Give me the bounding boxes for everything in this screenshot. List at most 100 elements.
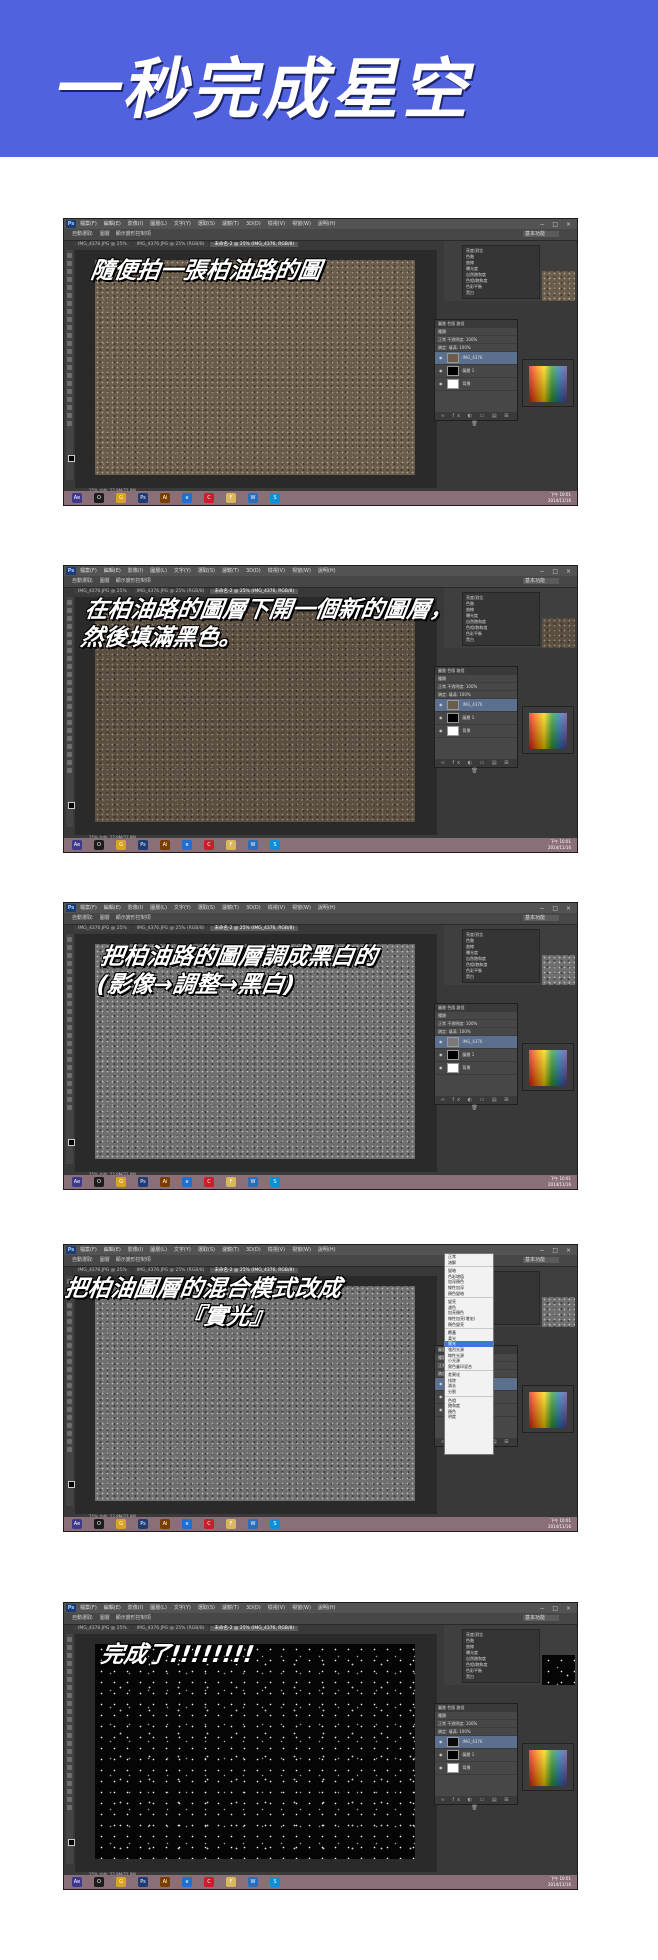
blend-mode-option[interactable]: 分割 (445, 1389, 493, 1395)
swatch-grid[interactable] (529, 366, 567, 402)
taskbar-app-icon[interactable]: W (248, 840, 258, 850)
visibility-eye-icon[interactable]: ◉ (439, 1765, 443, 1770)
taskbar-app-icon[interactable]: Ps (138, 493, 148, 503)
tool-icon[interactable] (67, 945, 72, 950)
ps-option[interactable]: 自動選取: (72, 578, 94, 584)
taskbar-app-icon[interactable]: C (204, 1177, 214, 1187)
taskbar-app-icon[interactable]: F (226, 840, 236, 850)
tool-icon[interactable] (67, 1367, 72, 1372)
ps-menu-item[interactable]: 影像(I) (128, 568, 143, 574)
workspace-select[interactable]: 基本功能 (523, 578, 559, 584)
layer-row[interactable]: ◉ 背景 (435, 378, 517, 391)
ps-menu-item[interactable]: 濾鏡(T) (222, 1605, 239, 1611)
tool-icon[interactable] (67, 1733, 72, 1738)
tool-icon[interactable] (67, 301, 72, 306)
taskbar-app-icon[interactable]: O (94, 493, 104, 503)
tool-icon[interactable] (67, 1057, 72, 1062)
ps-menu-item[interactable]: 視窗(W) (292, 1247, 311, 1253)
tool-icon[interactable] (67, 1343, 72, 1348)
ps-menu-item[interactable]: 影像(I) (128, 1247, 143, 1253)
tool-icon[interactable] (67, 1797, 72, 1802)
tool-icon[interactable] (67, 696, 72, 701)
tool-icon[interactable] (67, 1097, 72, 1102)
adjustment-item[interactable]: 黑白 (466, 1674, 536, 1680)
foreground-color-swatch[interactable] (68, 1139, 75, 1146)
ps-menu-item[interactable]: 3D(D) (246, 905, 261, 911)
visibility-eye-icon[interactable]: ◉ (439, 1752, 443, 1757)
tool-icon[interactable] (67, 1391, 72, 1396)
taskbar-app-icon[interactable]: Ps (138, 1519, 148, 1529)
ps-menu-item[interactable]: 圖層(L) (150, 221, 167, 227)
ps-menu-item[interactable]: 說明(H) (318, 1605, 336, 1611)
layer-row[interactable]: ◉ 圖層 1 (435, 712, 517, 725)
tool-icon[interactable] (67, 688, 72, 693)
layers-panel-tabs[interactable]: 圖層 色版 路徑 (435, 320, 517, 328)
tool-icon[interactable] (67, 349, 72, 354)
taskbar-app-icon[interactable]: Ae (72, 493, 82, 503)
ps-menu-item[interactable]: 3D(D) (246, 1605, 261, 1611)
ps-menu-item[interactable]: 圖層(L) (150, 905, 167, 911)
workspace-select[interactable]: 基本功能 (523, 231, 559, 237)
taskbar-app-icon[interactable]: F (226, 1177, 236, 1187)
tool-icon[interactable] (67, 1685, 72, 1690)
taskbar-app-icon[interactable]: F (226, 1519, 236, 1529)
tool-icon[interactable] (67, 421, 72, 426)
layers-option-row[interactable]: 正常 不透明度: 100% (435, 683, 517, 691)
ps-menu-item[interactable]: 視窗(W) (292, 905, 311, 911)
tool-icon[interactable] (67, 720, 72, 725)
tool-icon[interactable] (67, 1439, 72, 1444)
layer-row[interactable]: ◉ 圖層 1 (435, 1749, 517, 1762)
tool-icon[interactable] (67, 640, 72, 645)
document-tab[interactable]: IMG_4376.JPG @ 25% (74, 589, 131, 594)
visibility-eye-icon[interactable]: ◉ (439, 1739, 443, 1744)
visibility-eye-icon[interactable]: ◉ (439, 1407, 443, 1412)
taskbar-app-icon[interactable]: Ps (138, 840, 148, 850)
ps-option[interactable]: 圖層 (100, 578, 110, 584)
visibility-eye-icon[interactable]: ◉ (439, 1394, 443, 1399)
tool-icon[interactable] (67, 953, 72, 958)
ps-option[interactable]: 圖層 (100, 231, 110, 237)
foreground-color-swatch[interactable] (68, 1481, 75, 1488)
tool-icon[interactable] (67, 389, 72, 394)
layers-option-row[interactable]: 鎖定: 填滿: 100% (435, 691, 517, 699)
taskbar-app-icon[interactable]: Ai (160, 1519, 170, 1529)
tool-icon[interactable] (67, 1781, 72, 1786)
taskbar-app-icon[interactable]: C (204, 1519, 214, 1529)
ps-menu-item[interactable]: 濾鏡(T) (222, 221, 239, 227)
layers-panel-tabs[interactable]: 圖層 色版 路徑 (435, 1704, 517, 1712)
swatch-grid[interactable] (529, 713, 567, 749)
ps-menu-item[interactable]: 檢視(V) (268, 905, 285, 911)
visibility-eye-icon[interactable]: ◉ (439, 702, 443, 707)
taskbar-app-icon[interactable]: S (270, 840, 280, 850)
adjustment-item[interactable]: 黑白 (466, 974, 536, 980)
tool-icon[interactable] (67, 1399, 72, 1404)
tool-icon[interactable] (67, 1335, 72, 1340)
taskbar-app-icon[interactable]: Ps (138, 1877, 148, 1887)
ps-menu-item[interactable]: 檢視(V) (268, 1247, 285, 1253)
document-tab[interactable]: IMG_4376.JPG @ 25% (74, 242, 131, 247)
ps-menu-item[interactable]: 視窗(W) (292, 568, 311, 574)
tool-icon[interactable] (67, 608, 72, 613)
taskbar-app-icon[interactable]: O (94, 1177, 104, 1187)
tool-icon[interactable] (67, 937, 72, 942)
tool-icon[interactable] (67, 1693, 72, 1698)
tool-icon[interactable] (67, 1447, 72, 1452)
tool-icon[interactable] (67, 365, 72, 370)
tool-icon[interactable] (67, 985, 72, 990)
tool-icon[interactable] (67, 616, 72, 621)
ps-menu-item[interactable]: 視窗(W) (292, 1605, 311, 1611)
layers-panel-tabs[interactable]: 圖層 色版 路徑 (435, 667, 517, 675)
document-tab[interactable]: IMG_4376.JPG @ 25% (RGB/8) (132, 242, 209, 247)
workspace-select[interactable]: 基本功能 (523, 1257, 559, 1263)
ps-menu-item[interactable]: 影像(I) (128, 905, 143, 911)
tool-icon[interactable] (67, 1033, 72, 1038)
taskbar-app-icon[interactable]: e (182, 1519, 192, 1529)
ps-menu-item[interactable]: 濾鏡(T) (222, 1247, 239, 1253)
ps-option[interactable]: 顯示變形控制項 (116, 915, 151, 921)
visibility-eye-icon[interactable]: ◉ (439, 368, 443, 373)
blend-mode-option[interactable]: 顏色變亮 (445, 1322, 493, 1328)
tool-icon[interactable] (67, 1017, 72, 1022)
tool-icon[interactable] (67, 1089, 72, 1094)
ps-option[interactable]: 自動選取: (72, 231, 94, 237)
taskbar-app-icon[interactable]: O (94, 840, 104, 850)
